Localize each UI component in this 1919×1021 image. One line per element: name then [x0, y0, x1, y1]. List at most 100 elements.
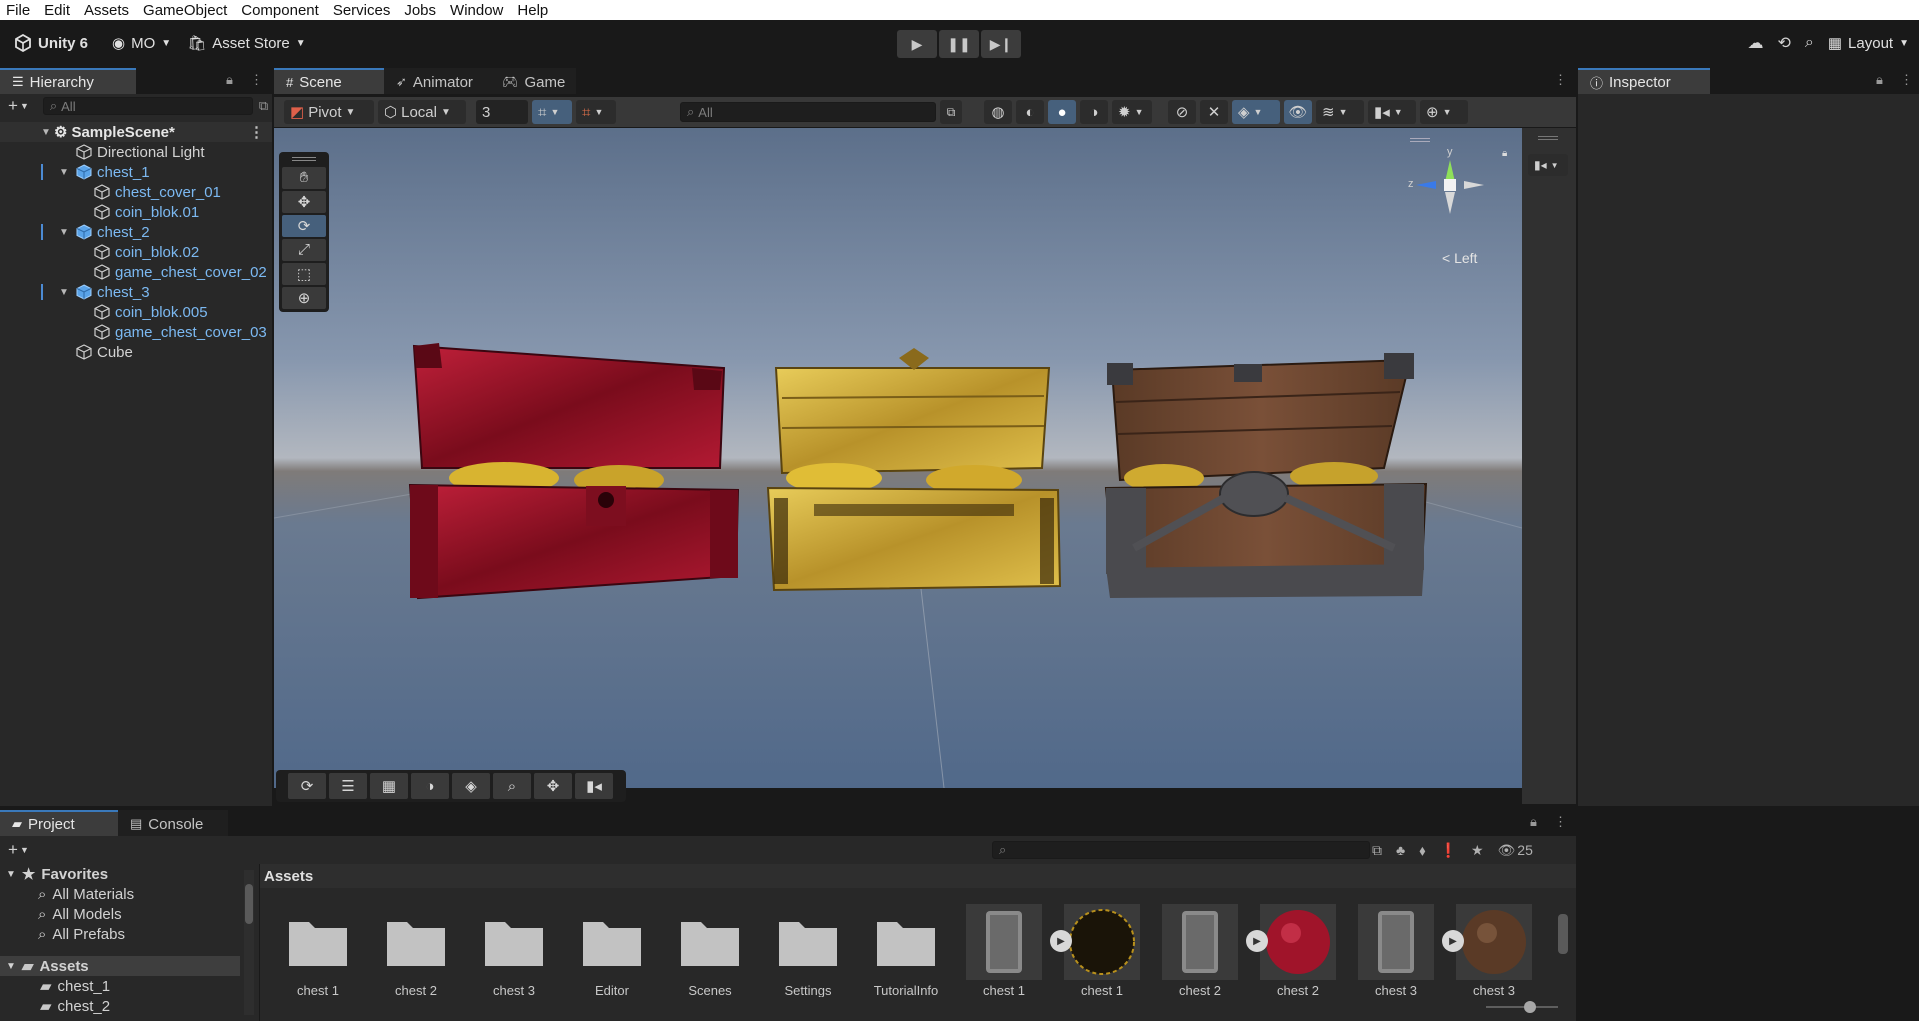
history-icon[interactable]: ⟲ — [1777, 33, 1790, 53]
hierarchy-search-input[interactable]: ⌕ All — [42, 97, 253, 115]
more-options-icon[interactable]: ⋮ — [1554, 72, 1567, 88]
folder-asset[interactable]: chest 2 — [378, 904, 454, 997]
list-item[interactable]: ▼ chest_3 — [0, 282, 272, 302]
scene-visibility-button[interactable]: 👁︎ — [1284, 100, 1312, 124]
folder-asset[interactable]: chest 3 — [476, 904, 552, 997]
camera-button[interactable]: ▮◂ — [575, 773, 613, 799]
project-search-input[interactable]: ⌕ — [992, 841, 1370, 859]
increment-snap-button[interactable]: ⌗ ▼ — [576, 100, 616, 124]
breadcrumb[interactable]: Assets — [264, 868, 313, 885]
folder-asset[interactable]: chest 1 — [280, 904, 356, 997]
folder-asset[interactable]: Editor — [574, 904, 650, 997]
unity-logo-button[interactable]: Unity 6 — [6, 29, 96, 57]
expand-arrow-icon[interactable]: ▶ — [1246, 930, 1268, 952]
collapse-arrow-icon[interactable]: ▼ — [6, 869, 16, 880]
tab-inspector[interactable]: ⓘ Inspector — [1578, 68, 1710, 94]
orientation-gizmo[interactable]: y z — [1408, 146, 1490, 222]
tab-game[interactable]: 🎮︎ Game — [490, 68, 576, 94]
settings-sliders-button[interactable]: ☰ — [329, 773, 367, 799]
step-button[interactable]: ▶❙ — [981, 30, 1021, 58]
search-icon[interactable]: ⌕ — [1805, 34, 1814, 52]
tab-animator[interactable]: ➶ Animator — [384, 68, 490, 94]
folder-asset[interactable]: Scenes — [672, 904, 748, 997]
scrollbar-thumb[interactable] — [1558, 914, 1568, 954]
rotate-tool-button[interactable]: ⟳ — [282, 214, 326, 237]
more-options-icon[interactable]: ⋮ — [250, 72, 263, 88]
favorite-item[interactable]: ⌕ All Models — [0, 904, 259, 924]
filter-by-log-icon[interactable]: ❗ — [1440, 842, 1457, 859]
grid-snap-button[interactable]: ⌗ ▼ — [532, 100, 572, 124]
menu-services[interactable]: Services — [327, 2, 399, 19]
gold-chest[interactable] — [766, 348, 1062, 592]
scene-search-input[interactable]: ⌕ All — [680, 102, 936, 122]
material-asset[interactable]: chest 2 — [1260, 904, 1336, 997]
tab-project[interactable]: ▰ Project — [0, 810, 118, 836]
drag-handle[interactable] — [1538, 136, 1558, 140]
gizmo-lock-icon[interactable]: 🔒︎ — [1502, 148, 1507, 159]
unlit-mode-button[interactable]: ◑ — [1080, 100, 1108, 124]
scene-visibility-icon[interactable]: ⧉ — [259, 98, 268, 114]
asset-store-dropdown[interactable]: 🛍 Asset Store ▼ — [179, 29, 314, 57]
tab-hierarchy[interactable]: ☰ Hierarchy — [0, 68, 136, 94]
model-asset[interactable]: ▶ chest 3 — [1358, 904, 1464, 997]
shaded-mode-button[interactable]: ● — [1048, 100, 1076, 124]
lock-icon[interactable]: 🔒︎ — [1530, 814, 1537, 830]
2d-toggle-button[interactable]: ⊘ — [1168, 100, 1196, 124]
transform-tool-button[interactable]: ⊕ — [282, 286, 326, 310]
shaded-wireframe-button[interactable]: ◐ — [1016, 100, 1044, 124]
gizmo-drag-handle[interactable] — [1410, 138, 1430, 142]
effects-toggle-button[interactable]: ◈ ▼ — [1232, 100, 1280, 124]
shading-button[interactable]: ◑ — [411, 773, 449, 799]
tab-scene[interactable]: # Scene — [274, 68, 384, 94]
scene-search-filter-button[interactable]: ⧉ — [940, 100, 962, 124]
rect-tool-button[interactable]: ⬚ — [282, 262, 326, 285]
more-options-icon[interactable]: ⋮ — [249, 123, 264, 141]
collapse-arrow-icon[interactable]: ▼ — [58, 167, 70, 178]
more-options-icon[interactable]: ⋮ — [1900, 72, 1913, 88]
list-item[interactable]: game_chest_cover_03 — [0, 322, 272, 342]
model-asset[interactable]: ▶ chest 2 — [1162, 904, 1268, 997]
lock-icon[interactable]: 🔒︎ — [226, 72, 233, 88]
folder-item[interactable]: ▰ chest_1 — [0, 976, 259, 996]
menu-component[interactable]: Component — [235, 2, 327, 19]
camera-settings-dropdown[interactable]: ▮◂ ▼ — [1368, 100, 1416, 124]
gizmo-view-label[interactable]: < Left — [1442, 250, 1477, 266]
expand-arrow-icon[interactable]: ▶ — [1442, 930, 1464, 952]
layout-dropdown[interactable]: ▦ Layout ▼ — [1828, 29, 1909, 57]
menu-jobs[interactable]: Jobs — [398, 2, 444, 19]
pivot-center-button[interactable]: ✥ — [534, 773, 572, 799]
layer-visibility-button[interactable]: ◈ — [452, 773, 490, 799]
folder-asset[interactable]: TutorialInfo — [868, 904, 944, 997]
tree-scrollbar[interactable] — [244, 870, 254, 1015]
zoom-slider[interactable] — [1486, 1001, 1558, 1013]
wireframe-mode-button[interactable]: ◍ — [984, 100, 1012, 124]
local-dropdown[interactable]: ⬡ Local ▼ — [378, 100, 466, 124]
pivot-dropdown[interactable]: ◩ Pivot ▼ — [284, 100, 374, 124]
camera-overlay-button[interactable]: ▮◂ ▼ — [1528, 154, 1568, 176]
zoom-slider-thumb[interactable] — [1524, 1001, 1536, 1013]
favorite-item[interactable]: ⌕ All Prefabs — [0, 924, 259, 944]
list-item[interactable]: Directional Light — [0, 142, 272, 162]
menu-assets[interactable]: Assets — [78, 2, 137, 19]
menu-file[interactable]: File — [0, 2, 38, 19]
list-item[interactable]: coin_blok.02 — [0, 242, 272, 262]
orbit-button[interactable]: ⟳ — [288, 773, 326, 799]
move-tool-button[interactable]: ✥ — [282, 190, 326, 213]
filter-by-type-icon[interactable]: ♣ — [1396, 842, 1405, 858]
collapse-arrow-icon[interactable]: ▼ — [6, 961, 16, 972]
list-item[interactable]: coin_blok.005 — [0, 302, 272, 322]
menu-help[interactable]: Help — [511, 2, 556, 19]
collapse-arrow-icon[interactable]: ▼ — [58, 227, 70, 238]
scene-viewport[interactable]: y z < Left 🔒︎ — [274, 128, 1522, 788]
layers-dropdown[interactable]: ≋ ▼ — [1316, 100, 1364, 124]
menu-window[interactable]: Window — [444, 2, 511, 19]
folder-asset[interactable]: Settings — [770, 904, 846, 997]
expand-arrow-icon[interactable]: ▶ — [1050, 930, 1072, 952]
zoom-button[interactable]: ⌕ — [493, 773, 531, 799]
assets-root-item[interactable]: ▼ ▰ Assets — [0, 956, 240, 976]
list-item[interactable]: game_chest_cover_02 — [0, 262, 272, 282]
grid-toggle-button[interactable]: ▦ — [370, 773, 408, 799]
grid-size-field[interactable]: 3 — [476, 100, 528, 124]
favorite-item[interactable]: ⌕ All Materials — [0, 884, 259, 904]
tab-console[interactable]: ▤ Console — [118, 810, 228, 836]
